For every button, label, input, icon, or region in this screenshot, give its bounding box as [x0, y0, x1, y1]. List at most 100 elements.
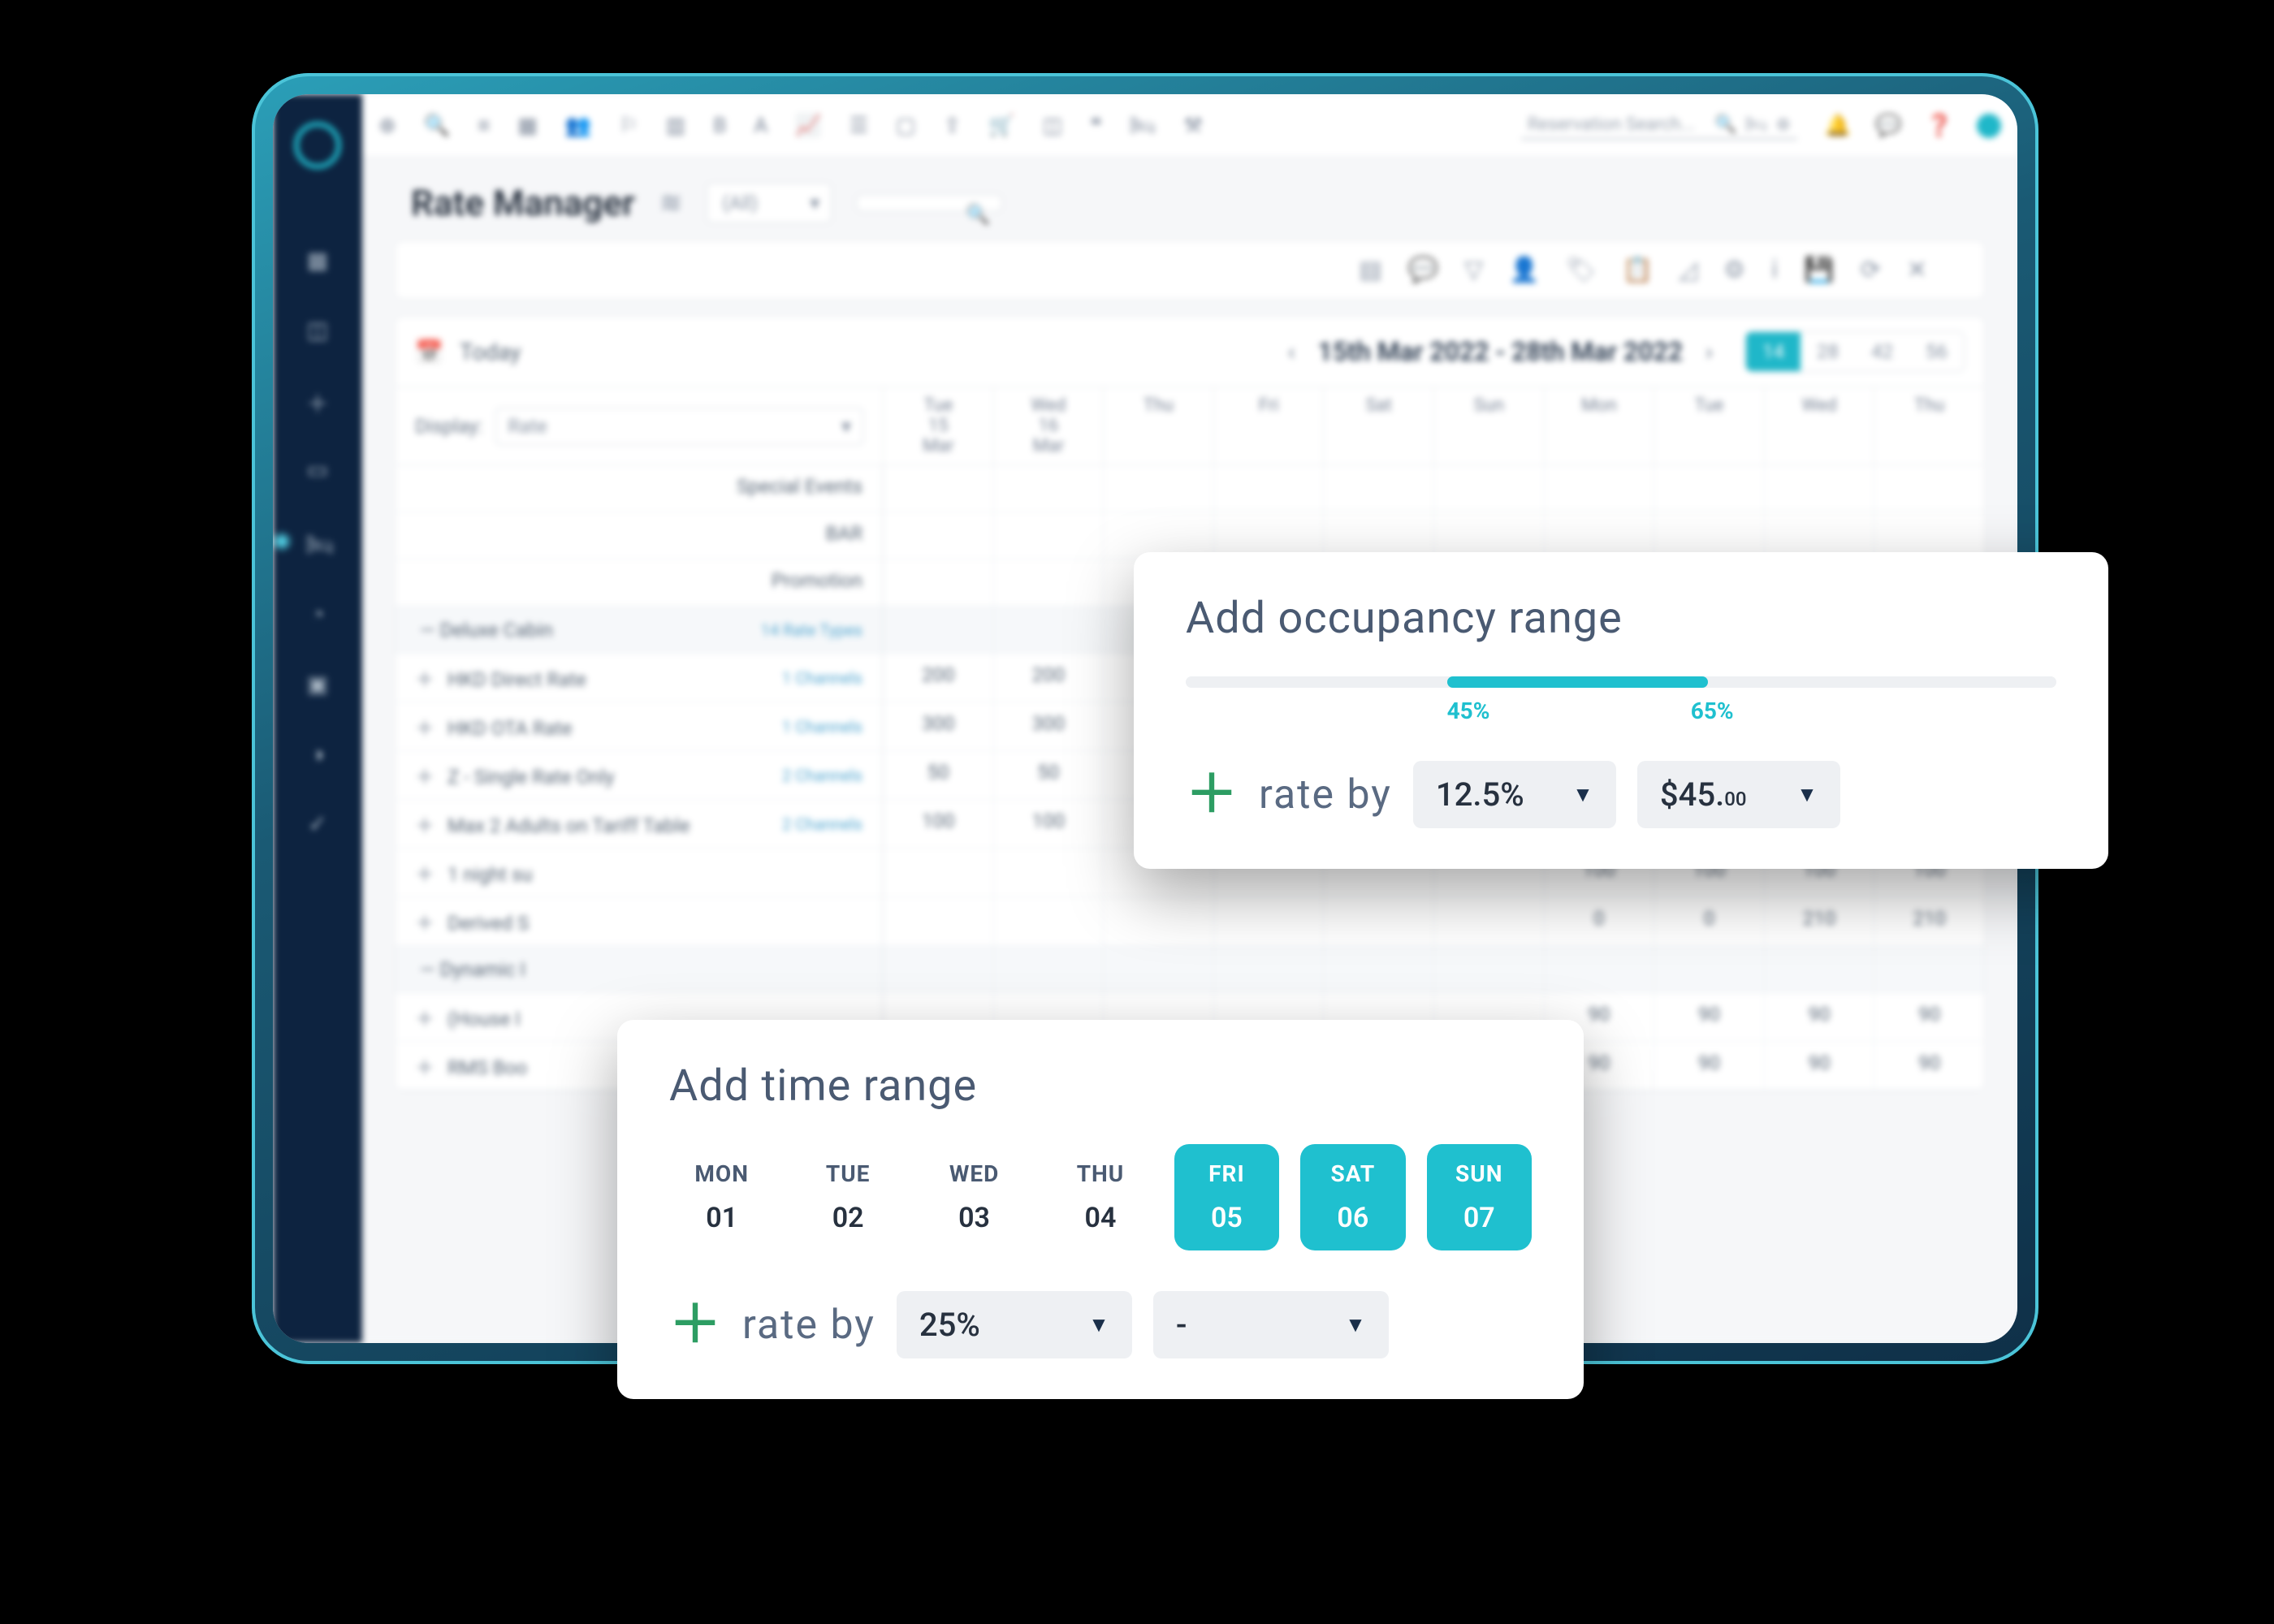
- secondary-search-input[interactable]: 🔍: [856, 194, 1002, 212]
- occupancy-slider[interactable]: 45% 65%: [1186, 676, 2056, 733]
- rate-cell[interactable]: 0: [1544, 897, 1654, 945]
- refresh-icon[interactable]: ⟳: [1861, 256, 1881, 284]
- map-icon[interactable]: ⚐: [619, 114, 638, 138]
- user-icon[interactable]: 👤: [1509, 256, 1539, 284]
- add-icon[interactable]: ＋: [305, 387, 330, 411]
- category-row[interactable]: — Dynamic I: [396, 946, 1984, 993]
- day-button[interactable]: MON01: [669, 1144, 774, 1250]
- rate-cell[interactable]: [1433, 897, 1544, 945]
- plus-circle-icon[interactable]: ⊕: [378, 114, 396, 138]
- tools-icon[interactable]: ⚒: [1183, 114, 1202, 138]
- rate-cell[interactable]: 300: [883, 702, 993, 750]
- next-range-button[interactable]: ›: [1706, 338, 1713, 366]
- search-bed-icon[interactable]: 🛏: [1745, 114, 1768, 135]
- rate-cell[interactable]: 210: [1874, 897, 1984, 945]
- doc-icon[interactable]: ▢: [896, 114, 916, 138]
- rate-cell[interactable]: 90: [1874, 993, 1984, 1041]
- rate-cell[interactable]: [1323, 897, 1433, 945]
- book-icon[interactable]: ▥: [666, 114, 686, 138]
- bed-icon[interactable]: 🛏: [305, 531, 330, 555]
- layers-icon[interactable]: ≋: [659, 187, 683, 219]
- rate-cell[interactable]: 90: [1874, 1042, 1984, 1090]
- help-icon[interactable]: ❓: [1926, 114, 1952, 138]
- people-icon[interactable]: 👥: [565, 114, 591, 138]
- rate-cell[interactable]: [993, 849, 1104, 896]
- rate-cell[interactable]: [1103, 897, 1213, 945]
- note-icon[interactable]: ▤: [1359, 256, 1381, 284]
- check-icon[interactable]: ✓: [305, 810, 330, 835]
- rate-label[interactable]: ＋ HKD Direct Rate1 Channels: [396, 654, 883, 702]
- tags-icon[interactable]: 🏷: [1566, 256, 1597, 284]
- rate-label[interactable]: ＋ Z - Single Rate Only2 Channels: [396, 751, 883, 799]
- reservation-search-input[interactable]: Reservation Search... 🔍 🛏 ⊕: [1521, 111, 1797, 140]
- report-icon[interactable]: ◫: [1043, 114, 1063, 138]
- rate-label[interactable]: ＋ Max 2 Adults on Tariff Table2 Channels: [396, 800, 883, 848]
- calendar-icon[interactable]: 📅: [415, 339, 443, 365]
- rate-cell[interactable]: [993, 897, 1104, 945]
- dashboard-icon[interactable]: ◑: [305, 741, 330, 765]
- rate-cell[interactable]: 50: [993, 751, 1104, 799]
- rate-cell[interactable]: 300: [993, 702, 1104, 750]
- bed2-icon[interactable]: 🛏: [1129, 114, 1156, 138]
- pill-42[interactable]: 42: [1855, 332, 1909, 371]
- bold-icon[interactable]: B: [713, 114, 726, 138]
- line-chart-icon[interactable]: 📈: [795, 114, 821, 138]
- close-icon[interactable]: ✕: [1907, 256, 1927, 284]
- comment-icon[interactable]: 💬: [1408, 256, 1438, 284]
- table-icon[interactable]: ▦: [517, 114, 538, 138]
- time-amount-dropdown[interactable]: - ▼: [1153, 1291, 1389, 1358]
- rate-cell[interactable]: 90: [1654, 1042, 1764, 1090]
- day-button[interactable]: SAT06: [1300, 1144, 1405, 1250]
- rate-label[interactable]: ＋ 1 night su: [396, 849, 883, 896]
- grid-icon[interactable]: ▦: [305, 247, 330, 271]
- time-percent-dropdown[interactable]: 25% ▼: [897, 1291, 1132, 1358]
- rate-label[interactable]: ＋ HKD OTA Rate1 Channels: [396, 702, 883, 750]
- rate-cell[interactable]: 200: [883, 654, 993, 702]
- list-icon[interactable]: ≡: [478, 113, 490, 138]
- rate-cell[interactable]: 50: [883, 751, 993, 799]
- percent-dropdown[interactable]: 12.5% ▼: [1413, 761, 1616, 828]
- app-logo-icon[interactable]: [294, 122, 341, 169]
- category-label[interactable]: — Deluxe Cabin14 Rate Types: [396, 607, 883, 653]
- rate-label[interactable]: ＋ Derived S: [396, 897, 883, 945]
- rate-cell[interactable]: [883, 897, 993, 945]
- bullet-icon[interactable]: ☰: [850, 114, 868, 138]
- chart-icon[interactable]: ◫: [305, 317, 330, 341]
- day-button[interactable]: TUE02: [795, 1144, 900, 1250]
- quote-icon[interactable]: ❝: [1090, 114, 1101, 138]
- chat-icon[interactable]: 💬: [1875, 114, 1901, 138]
- font-icon[interactable]: A: [754, 114, 767, 138]
- today-link[interactable]: Today: [460, 339, 521, 365]
- save-icon[interactable]: 💾: [1804, 256, 1834, 284]
- filter-dropdown[interactable]: (All): [707, 183, 832, 223]
- pill-28[interactable]: 28: [1801, 332, 1855, 371]
- rate-cell[interactable]: 100: [883, 800, 993, 848]
- amount-dropdown[interactable]: $ 45. 00 ▼: [1637, 761, 1840, 828]
- card-icon[interactable]: ▭: [305, 456, 330, 481]
- rate-cell[interactable]: 200: [993, 654, 1104, 702]
- user-avatar-icon[interactable]: [1977, 114, 2001, 138]
- cart-icon[interactable]: 🛒: [988, 114, 1014, 138]
- gear-icon[interactable]: ⚙: [1723, 256, 1745, 284]
- rate-cell[interactable]: 0: [1654, 897, 1764, 945]
- day-button[interactable]: THU04: [1048, 1144, 1152, 1250]
- bell-icon[interactable]: 🔔: [1825, 114, 1851, 138]
- globe-icon[interactable]: ◉: [273, 526, 294, 551]
- day-button[interactable]: SUN07: [1427, 1144, 1532, 1250]
- search-icon[interactable]: 🔍: [424, 114, 450, 138]
- rate-cell[interactable]: [1213, 897, 1324, 945]
- rate-cell[interactable]: 90: [1654, 993, 1764, 1041]
- briefcase-icon[interactable]: ▣: [305, 671, 330, 695]
- flag-icon[interactable]: ◿: [1679, 256, 1697, 284]
- day-button[interactable]: FRI05: [1174, 1144, 1279, 1250]
- rate-cell[interactable]: 210: [1764, 897, 1874, 945]
- funnel-icon[interactable]: ▽: [1464, 256, 1483, 284]
- category-label[interactable]: — Dynamic I: [396, 946, 883, 992]
- export-icon[interactable]: ⇪: [944, 114, 962, 138]
- search-go-icon[interactable]: 🔍: [1714, 114, 1736, 135]
- search-globe-icon[interactable]: ⊕: [1775, 114, 1790, 135]
- pill-56[interactable]: 56: [1909, 332, 1964, 371]
- display-select[interactable]: Rate: [495, 408, 863, 445]
- rate-cell[interactable]: 100: [993, 800, 1104, 848]
- prev-range-button[interactable]: ‹: [1288, 338, 1295, 366]
